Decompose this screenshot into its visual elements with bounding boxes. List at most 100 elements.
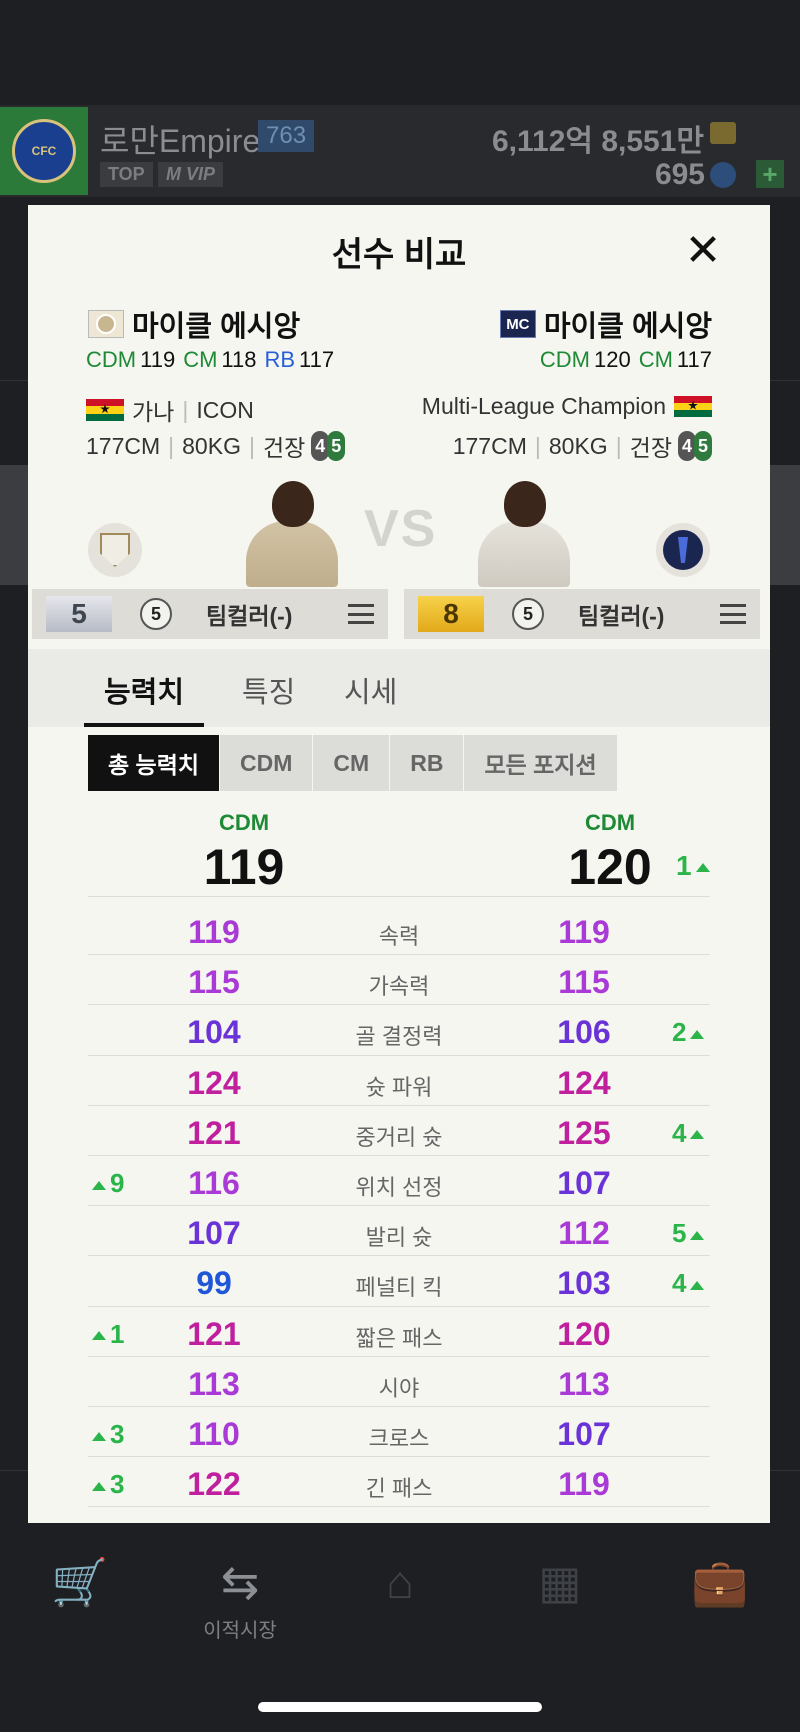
position-rating: 119 xyxy=(140,347,176,372)
nav-club[interactable]: 💼 xyxy=(650,1556,790,1608)
left-stat-value: 107 xyxy=(187,1215,241,1252)
vip-badge: M VIP xyxy=(158,162,224,187)
player-level[interactable]: 5 xyxy=(140,598,172,630)
stat-row: 113 시야 113 xyxy=(88,1357,710,1407)
right-overall: CDM 120 xyxy=(550,810,670,896)
mc-season-badge xyxy=(656,523,710,577)
season-name: ICON xyxy=(196,396,254,423)
trophy-icon xyxy=(663,530,703,570)
position-filter: 총 능력치 CDM CM RB 모든 포지션 xyxy=(88,735,618,791)
nav-home[interactable]: ⌂ xyxy=(330,1556,470,1608)
sub-tab-cm[interactable]: CM xyxy=(313,735,391,791)
right-stat-value: 124 xyxy=(557,1064,611,1101)
team-color[interactable]: 팀컬러(-) xyxy=(206,597,292,631)
team-color[interactable]: 팀컬러(-) xyxy=(578,597,664,631)
overall-diff: 1 xyxy=(676,850,714,882)
stat-row: 107 발리 슛 112 5 xyxy=(88,1206,710,1257)
right-stat-value: 103 xyxy=(557,1265,611,1302)
home-indicator[interactable] xyxy=(258,1702,542,1712)
stat-name: 골 결정력 xyxy=(355,1024,443,1050)
weight: 80KG xyxy=(548,432,608,459)
upgrade-grade-badge[interactable]: 5 xyxy=(46,596,112,632)
strong-foot: 5 xyxy=(327,431,346,461)
close-button[interactable]: ✕ xyxy=(668,225,738,275)
left-player-name[interactable]: 마이클 에시앙 xyxy=(88,303,300,345)
left-stat-value: 121 xyxy=(187,1315,241,1352)
stat-row: 104 골 결정력 106 2 xyxy=(88,1005,710,1056)
stat-name: 가속력 xyxy=(368,974,430,1000)
height: 177CM xyxy=(452,432,527,459)
position-rating: 120 xyxy=(593,347,631,372)
position-label: CDM xyxy=(86,347,137,372)
left-stat-value: 124 xyxy=(187,1064,241,1101)
separator: | xyxy=(168,432,175,459)
left-diff: 3 xyxy=(88,1469,124,1500)
menu-icon[interactable] xyxy=(720,604,746,624)
left-stat-value: 99 xyxy=(196,1265,232,1302)
coin-icon xyxy=(710,162,736,188)
ghana-flag-icon xyxy=(86,399,124,421)
up-arrow-icon xyxy=(92,1481,106,1491)
stat-row: 121 중거리 슛 125 4 xyxy=(88,1106,710,1156)
left-player-name-text: 마이클 에시앙 xyxy=(132,311,301,343)
coin-amount: 695 xyxy=(654,158,705,191)
physique: 건장 xyxy=(262,435,306,461)
sub-tab-total[interactable]: 총 능력치 xyxy=(88,735,221,791)
nation-name: 가나 xyxy=(132,399,175,425)
add-coin-button[interactable]: + xyxy=(756,159,784,189)
right-stat-value: 115 xyxy=(558,964,610,1001)
player-level[interactable]: 5 xyxy=(512,598,544,630)
weight: 80KG xyxy=(182,432,241,459)
strong-foot: 5 xyxy=(694,431,712,461)
nav-transfer-market[interactable]: ⇆ 이적시장 xyxy=(170,1556,310,1643)
vs-label: VS xyxy=(364,500,438,558)
right-player-name-text: 마이클 에시앙 xyxy=(543,311,712,343)
sub-tab-cdm[interactable]: CDM xyxy=(220,735,314,791)
right-stat-value: 120 xyxy=(557,1315,611,1352)
nav-shop[interactable]: 🛒 xyxy=(10,1556,150,1608)
stat-row: 99 페널티 킥 103 4 xyxy=(88,1256,710,1307)
stat-name: 속력 xyxy=(378,924,420,949)
diff-value: 3 xyxy=(110,1469,125,1500)
sub-tab-all-positions[interactable]: 모든 포지션 xyxy=(464,735,618,791)
right-stat-value: 119 xyxy=(558,914,610,950)
diff-value: 1 xyxy=(676,850,692,881)
stat-name: 발리 슛 xyxy=(365,1225,433,1251)
tab-traits[interactable]: 특징 xyxy=(242,669,295,727)
right-player-image xyxy=(452,467,582,587)
stat-name: 슛 파워 xyxy=(365,1074,433,1100)
diff-value: 4 xyxy=(672,1117,687,1148)
menu-icon[interactable] xyxy=(348,604,374,624)
money-amount: 6,112억 8,551만 xyxy=(491,125,704,158)
tab-stats[interactable]: 능력치 xyxy=(84,669,205,727)
left-enhance-bar: 5 5 팀컬러(-) xyxy=(32,589,388,639)
divider xyxy=(88,896,710,897)
up-arrow-icon xyxy=(92,1180,106,1190)
club-name: 로만Empire xyxy=(100,123,261,159)
icon-season-icon xyxy=(88,310,124,338)
left-stat-value: 121 xyxy=(187,1114,241,1151)
stats-list: 119 속력 119 115 가속력 115 104 골 결정력 106 2 124 슛 파워 124 1… xyxy=(28,905,770,1508)
right-diff: 2 xyxy=(672,1017,708,1048)
right-stat-value: 113 xyxy=(558,1365,610,1402)
up-arrow-icon xyxy=(695,863,710,873)
tab-price[interactable]: 시세 xyxy=(344,669,397,727)
mc-season-icon: MC xyxy=(499,310,536,338)
stat-name: 중거리 슛 xyxy=(355,1124,443,1150)
nav-squad[interactable]: ▦ xyxy=(490,1556,630,1608)
right-diff: 5 xyxy=(672,1218,708,1249)
left-stat-value: 110 xyxy=(188,1415,240,1452)
left-stat-value: 113 xyxy=(188,1365,240,1402)
diff-value: 9 xyxy=(110,1167,125,1198)
stat-row: 9 116 위치 선정 107 xyxy=(88,1156,710,1207)
right-positions: CDM 120 CM 117 xyxy=(540,347,712,373)
sub-tab-rb[interactable]: RB xyxy=(390,735,465,791)
stat-name: 긴 패스 xyxy=(365,1476,433,1502)
diff-value: 4 xyxy=(672,1268,687,1299)
formation-icon: ▦ xyxy=(538,1556,582,1608)
up-arrow-icon xyxy=(690,1130,705,1140)
upgrade-grade-badge[interactable]: 8 xyxy=(418,596,484,632)
skill-foot-badge: 45 xyxy=(311,431,346,461)
left-diff: 3 xyxy=(88,1419,124,1450)
right-player-name[interactable]: MC 마이클 에시앙 xyxy=(499,303,712,345)
